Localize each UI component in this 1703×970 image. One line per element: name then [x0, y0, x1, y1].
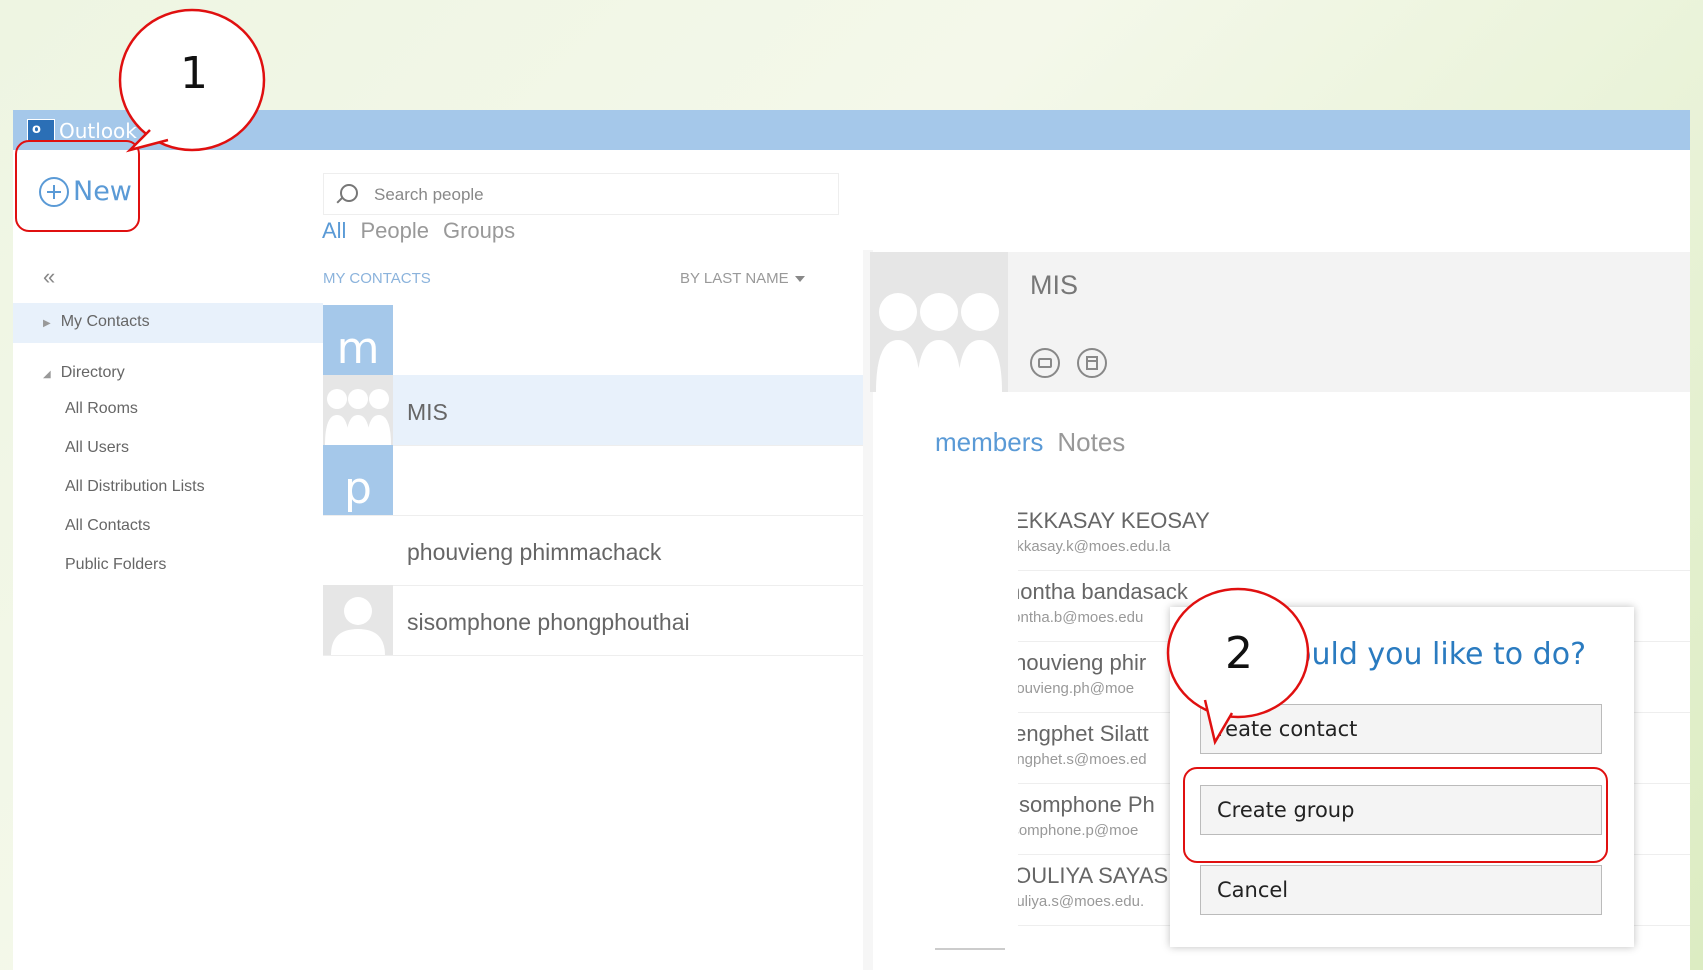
step-number-2: 2: [1225, 628, 1253, 679]
step-number-1: 1: [180, 48, 208, 99]
step-callouts: [118, 8, 1310, 746]
